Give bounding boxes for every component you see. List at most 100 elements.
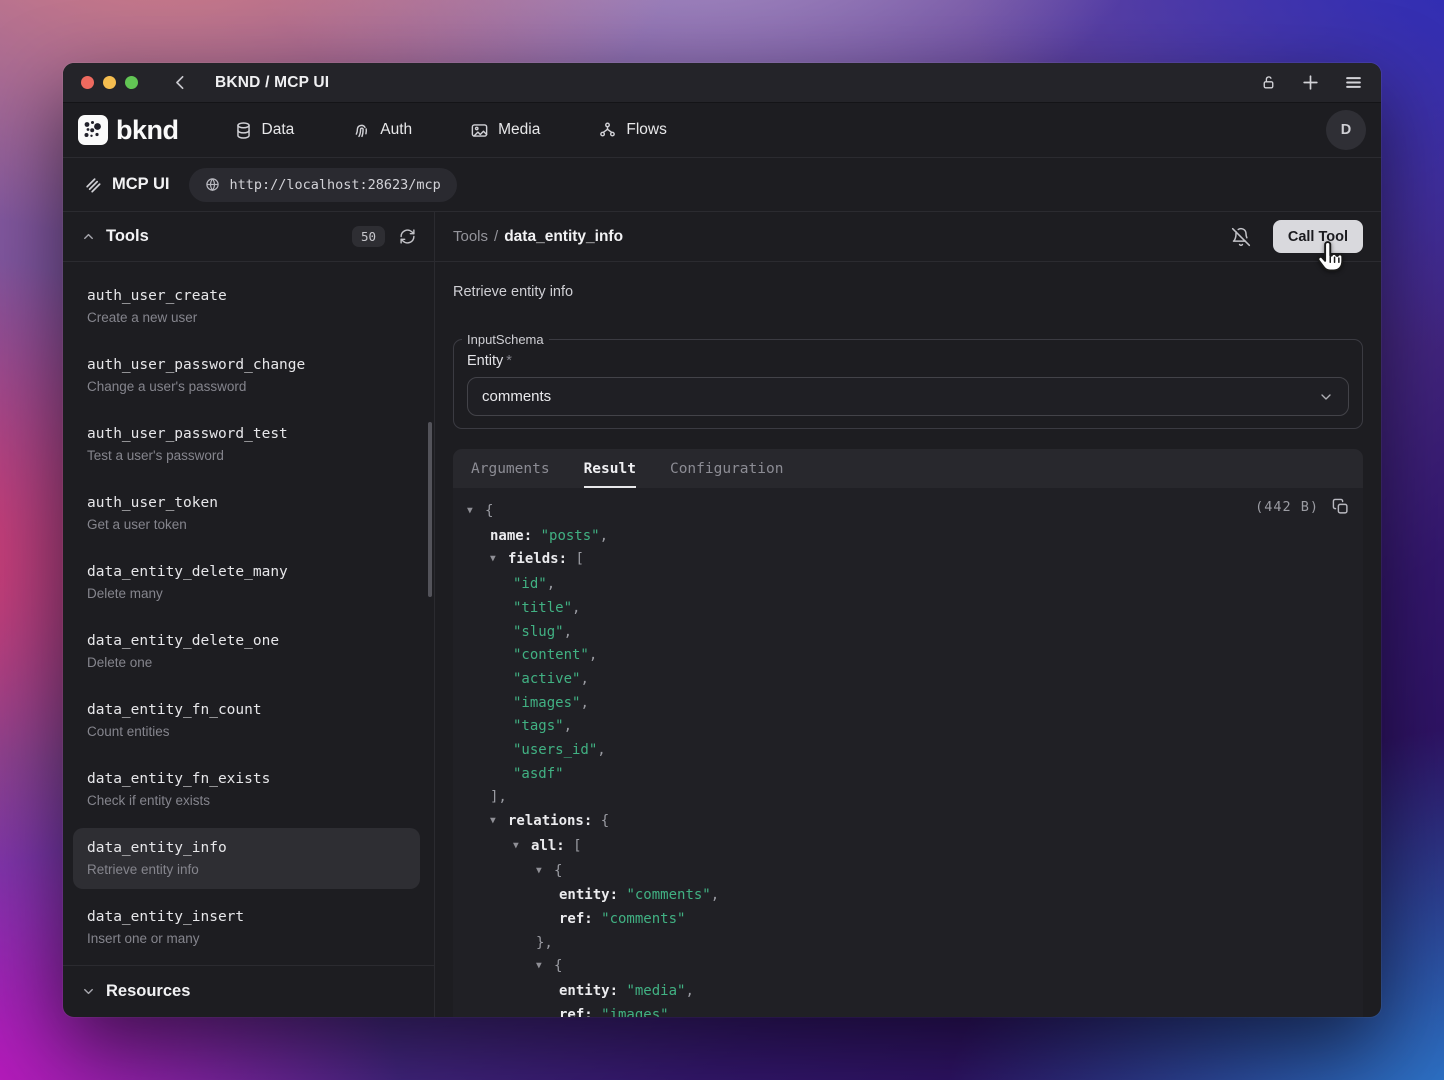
tool-name: data_entity_insert <box>87 908 406 926</box>
tab-configuration[interactable]: Configuration <box>670 449 784 488</box>
json-line: entity: "comments", <box>453 884 1363 908</box>
input-schema-fieldset: InputSchema Entity* comments <box>453 332 1363 429</box>
tool-name: data_entity_delete_one <box>87 632 406 650</box>
resources-section-title: Resources <box>106 982 190 1001</box>
tool-list-item[interactable]: data_entity_fn_count Count entities <box>73 690 420 751</box>
breadcrumb-section[interactable]: Tools <box>453 228 488 245</box>
chevron-down-icon <box>81 984 96 999</box>
result-content: (442 B) ▼{name: "posts",▼fields: ["id","… <box>453 488 1363 1017</box>
tool-description: Get a user token <box>87 516 406 533</box>
refresh-tools-button[interactable] <box>399 228 416 245</box>
collapse-arrow-icon[interactable]: ▼ <box>490 547 508 571</box>
tools-sidebar: Tools 50 auth_user_create Create a new u… <box>63 212 435 1017</box>
user-avatar[interactable]: D <box>1326 110 1366 150</box>
json-line: entity: "media", <box>453 980 1363 1004</box>
tool-name: auth_user_create <box>87 287 406 305</box>
mcp-toolbar: MCP UI http://localhost:28623/mcp <box>63 158 1381 212</box>
json-line: "users_id", <box>453 739 1363 763</box>
tool-detail-panel: Tools / data_entity_info Call Tool Retri… <box>435 212 1381 1017</box>
collapse-arrow-icon[interactable]: ▼ <box>467 499 485 523</box>
mcp-layers-icon <box>83 175 103 195</box>
window-title: BKND / MCP UI <box>215 74 329 92</box>
json-line: ▼{ <box>453 955 1363 980</box>
brand-logo[interactable]: bknd <box>78 115 179 146</box>
tool-description: Check if entity exists <box>87 792 406 809</box>
collapse-arrow-icon[interactable]: ▼ <box>536 859 554 883</box>
copy-result-button[interactable] <box>1332 498 1349 515</box>
json-tree: ▼{name: "posts",▼fields: ["id","title","… <box>453 500 1363 1017</box>
json-line: "images", <box>453 692 1363 716</box>
back-button[interactable] <box>172 74 189 91</box>
lock-open-icon <box>1260 74 1277 91</box>
tool-description: Count entities <box>87 723 406 740</box>
titlebar-actions <box>1260 73 1363 92</box>
brand-name: bknd <box>116 115 179 146</box>
sidebar-scrollbar-thumb[interactable] <box>428 422 432 597</box>
tool-list-item[interactable]: auth_user_token Get a user token <box>73 483 420 544</box>
tool-name: data_entity_fn_exists <box>87 770 406 788</box>
lock-open-button[interactable] <box>1260 74 1277 91</box>
nav-item-data[interactable]: Data <box>234 121 295 140</box>
json-line: "tags", <box>453 715 1363 739</box>
tool-list-item[interactable]: data_entity_fn_exists Check if entity ex… <box>73 759 420 820</box>
nav-item-media[interactable]: Media <box>470 121 540 140</box>
tool-list-item[interactable]: data_entity_info Retrieve entity info <box>73 828 420 889</box>
menu-button[interactable] <box>1344 73 1363 92</box>
json-line: ▼all: [ <box>453 835 1363 860</box>
database-icon <box>234 121 253 140</box>
bell-off-icon <box>1231 227 1251 247</box>
tool-description: Insert one or many <box>87 930 406 947</box>
entity-field-label: Entity* <box>467 353 1349 369</box>
tool-name: auth_user_password_test <box>87 425 406 443</box>
tool-list-item[interactable]: auth_user_password_change Change a user'… <box>73 345 420 406</box>
collapse-arrow-icon[interactable]: ▼ <box>513 834 531 858</box>
nav-item-label: Media <box>498 121 540 139</box>
input-schema-legend: InputSchema <box>462 332 549 347</box>
hamburger-menu-icon <box>1344 73 1363 92</box>
nav-item-auth[interactable]: Auth <box>352 121 412 140</box>
tool-list-item[interactable]: auth_user_create Create a new user <box>73 276 420 337</box>
json-line: ], <box>453 786 1363 810</box>
tools-section-header[interactable]: Tools 50 <box>63 212 434 262</box>
entity-select[interactable]: comments <box>467 377 1349 416</box>
tool-name: data_entity_delete_many <box>87 563 406 581</box>
entity-label-text: Entity <box>467 353 503 369</box>
collapse-arrow-icon[interactable]: ▼ <box>536 954 554 978</box>
tool-name: auth_user_token <box>87 494 406 512</box>
json-line: "content", <box>453 644 1363 668</box>
chevron-down-icon <box>1318 389 1334 405</box>
traffic-lights <box>81 76 138 89</box>
nav-item-flows[interactable]: Flows <box>598 121 666 140</box>
tool-detail-body: Retrieve entity info InputSchema Entity*… <box>435 262 1381 1017</box>
resources-section-header[interactable]: Resources <box>63 965 434 1017</box>
tool-description: Delete many <box>87 585 406 602</box>
tools-section-title: Tools <box>106 227 149 246</box>
app-window: BKND / MCP UI <box>63 63 1381 1017</box>
collapse-arrow-icon[interactable]: ▼ <box>490 809 508 833</box>
bknd-logo-dots <box>78 115 108 145</box>
desktop-background: BKND / MCP UI <box>0 0 1444 1080</box>
json-line: ▼{ <box>453 860 1363 885</box>
close-window-button[interactable] <box>81 76 94 89</box>
new-tab-button[interactable] <box>1301 73 1320 92</box>
nav-item-label: Data <box>262 121 295 139</box>
mcp-url-pill[interactable]: http://localhost:28623/mcp <box>189 168 456 202</box>
app-navbar: bknd Data Auth Media Flows <box>63 103 1381 158</box>
json-line: "title", <box>453 597 1363 621</box>
content-area: Tools 50 auth_user_create Create a new u… <box>63 212 1381 1017</box>
tool-description: Retrieve entity info <box>87 861 406 878</box>
json-line: "slug", <box>453 621 1363 645</box>
tool-name: auth_user_password_change <box>87 356 406 374</box>
tool-list-item[interactable]: auth_user_password_test Test a user's pa… <box>73 414 420 475</box>
notifications-off-button[interactable] <box>1231 227 1251 247</box>
window-titlebar: BKND / MCP UI <box>63 63 1381 103</box>
tool-list-item[interactable]: data_entity_delete_one Delete one <box>73 621 420 682</box>
tool-list-item[interactable]: data_entity_delete_many Delete many <box>73 552 420 613</box>
zoom-window-button[interactable] <box>125 76 138 89</box>
minimize-window-button[interactable] <box>103 76 116 89</box>
tool-list-item[interactable]: data_entity_insert Insert one or many <box>73 897 420 958</box>
tab-result[interactable]: Result <box>584 449 636 488</box>
nav-items: Data Auth Media Flows <box>234 121 667 140</box>
json-line: ref: "images" <box>453 1004 1363 1017</box>
tab-arguments[interactable]: Arguments <box>471 449 550 488</box>
